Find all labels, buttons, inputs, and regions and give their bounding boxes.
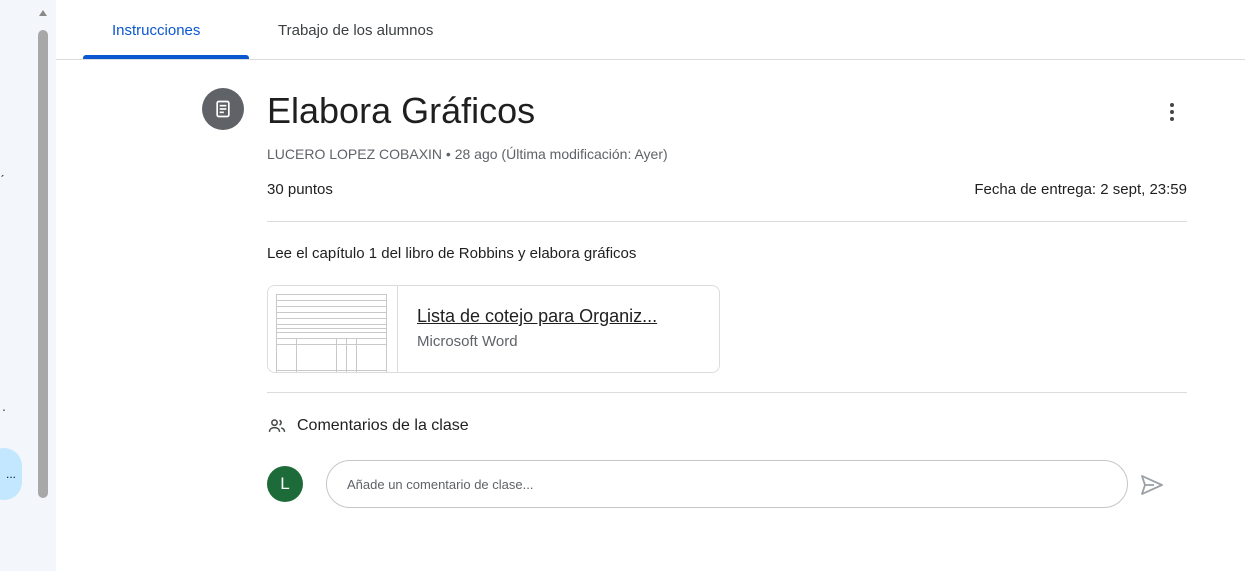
active-tab-indicator: [83, 55, 249, 59]
assignment-description: Lee el capítulo 1 del libro de Robbins y…: [267, 245, 637, 262]
avatar-letter: L: [280, 474, 290, 493]
more-options-icon[interactable]: [1162, 97, 1182, 127]
assignment-due-date: Fecha de entrega: 2 sept, 23:59: [974, 181, 1187, 198]
people-icon: [268, 419, 286, 432]
tab-bar: Instrucciones Trabajo de los alumnos: [56, 0, 1245, 60]
avatar: L: [267, 466, 303, 502]
send-arrow-icon: [1141, 475, 1163, 495]
class-comments-heading: Comentarios de la clase: [267, 416, 469, 436]
sidebar-active-item-label: ...: [5, 467, 16, 481]
header-divider: [267, 221, 1187, 222]
left-sidebar-strip: ˊ . ...: [0, 0, 56, 571]
tab-instructions[interactable]: Instrucciones: [112, 0, 200, 60]
attachment-title[interactable]: Lista de cotejo para Organiz...: [417, 306, 707, 327]
clipboard-icon: [216, 100, 230, 118]
sidebar-fragment-dot: .: [2, 398, 6, 414]
attachment-thumbnail: [268, 286, 398, 372]
main-content: Instrucciones Trabajo de los alumnos Ela…: [56, 0, 1245, 571]
attachment-type: Microsoft Word: [417, 333, 518, 350]
sidebar-active-item[interactable]: ...: [0, 448, 22, 500]
scroll-up-arrow[interactable]: [39, 10, 47, 16]
scrollbar[interactable]: [38, 10, 50, 500]
tab-student-work[interactable]: Trabajo de los alumnos: [278, 0, 433, 60]
assignment-points: 30 puntos: [267, 181, 333, 198]
assignment-icon: [202, 88, 244, 130]
send-icon[interactable]: [1136, 470, 1168, 500]
scrollbar-thumb[interactable]: [38, 30, 48, 498]
assignment-meta: LUCERO LOPEZ COBAXIN • 28 ago (Última mo…: [267, 146, 668, 162]
attachment-card[interactable]: Lista de cotejo para Organiz... Microsof…: [267, 285, 720, 373]
class-comments-label: Comentarios de la clase: [297, 417, 469, 434]
sidebar-fragment-mark: ˊ: [0, 172, 5, 188]
assignment-title: Elabora Gráficos: [267, 90, 536, 131]
comment-input[interactable]: [326, 460, 1128, 508]
comments-divider: [267, 392, 1187, 393]
